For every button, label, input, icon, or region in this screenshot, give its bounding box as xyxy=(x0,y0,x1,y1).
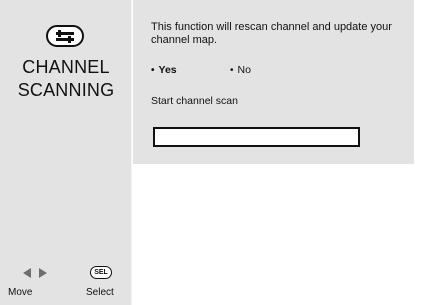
move-hint-label: Move xyxy=(8,287,33,298)
arrow-left-icon xyxy=(23,268,31,278)
bullet-icon: • xyxy=(230,65,234,76)
menu-title-line2: SCANNING xyxy=(17,80,115,100)
content-panel: This function will rescan channel and up… xyxy=(133,0,414,164)
option-yes-label: Yes xyxy=(158,64,177,76)
navigation-hints: SEL xyxy=(23,266,123,280)
scan-progress-bar xyxy=(153,127,360,147)
scan-label: Start channel scan xyxy=(151,95,238,107)
option-no-label: No xyxy=(237,64,251,76)
option-no[interactable]: • No xyxy=(230,64,251,77)
option-yes[interactable]: • Yes xyxy=(151,64,177,77)
sel-button-icon: SEL xyxy=(90,266,112,279)
bullet-icon: • xyxy=(151,65,155,76)
menu-title-line1: CHANNEL xyxy=(22,57,110,77)
arrow-right-icon xyxy=(39,268,47,278)
description-text: This function will rescan channel and up… xyxy=(151,21,392,46)
select-hint-label: Select xyxy=(86,287,114,298)
sidebar: CHANNEL SCANNING SEL Move Select xyxy=(0,0,132,305)
setup-tools-icon xyxy=(46,25,84,47)
